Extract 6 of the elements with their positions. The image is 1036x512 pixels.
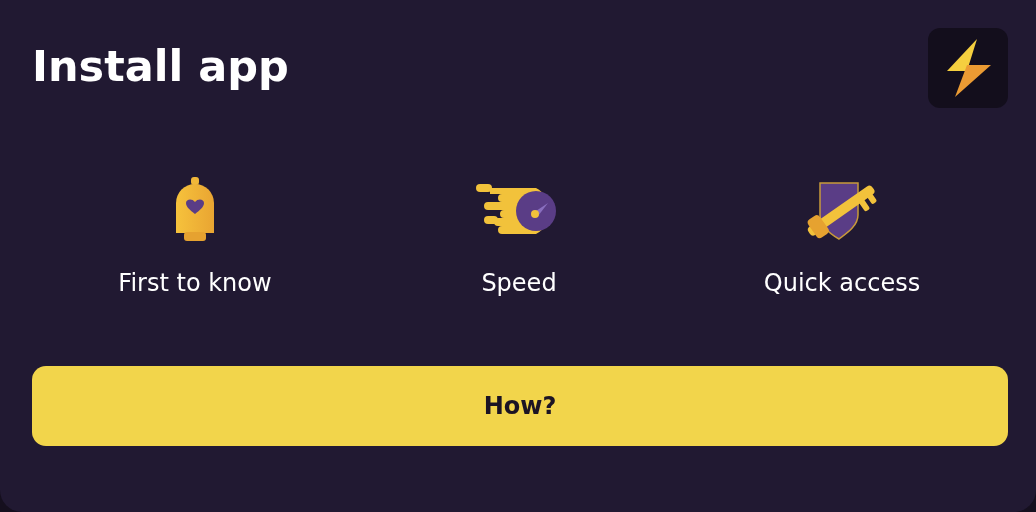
feature-label: Speed: [481, 268, 557, 298]
title: Install app: [32, 40, 289, 93]
feature-label: First to know: [118, 268, 272, 298]
how-button[interactable]: How?: [32, 366, 1008, 446]
feature-label: Quick access: [763, 268, 921, 298]
app-logo-icon: [928, 28, 1008, 108]
